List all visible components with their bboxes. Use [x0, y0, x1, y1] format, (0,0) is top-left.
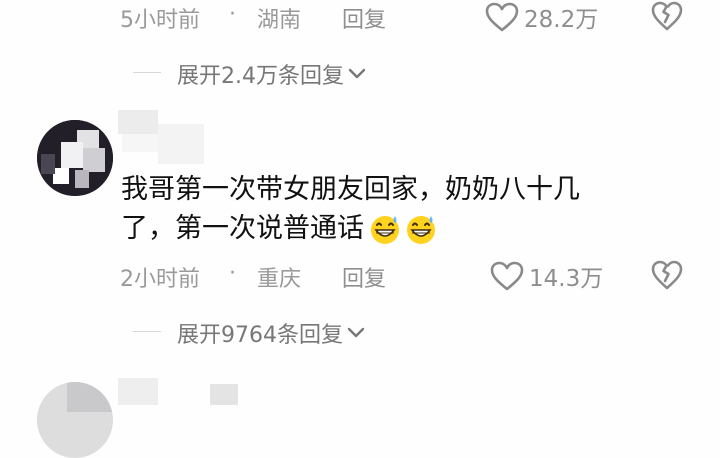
comment2-expand-rule: [133, 331, 161, 332]
next-comment-username-blurred: [118, 370, 238, 405]
comment1-meta-row: 5小时前 · 湖南 回复 28.2万: [0, 0, 720, 34]
chevron-down-icon: [347, 327, 365, 339]
comment2-text-line2-wrap: 了，第一次说普通话: [121, 209, 711, 248]
comment2-reply-button[interactable]: 回复: [342, 261, 386, 293]
chevron-down-icon: [348, 68, 366, 80]
avatar-image: [37, 120, 113, 196]
comment2-expand-label: 展开9764条回复: [177, 323, 343, 348]
comment2-meta-row: 2小时前 · 重庆 回复 14.3万: [0, 258, 720, 292]
heart-outline-icon: [489, 260, 525, 292]
comment2-time: 2小时前: [120, 267, 200, 292]
comment2-text-line2: 了，第一次说普通话: [121, 213, 364, 244]
broken-heart-icon: [650, 0, 684, 32]
grinning-sweat-emoji-icon: [368, 212, 402, 246]
comment1-time: 5小时前: [120, 8, 200, 33]
comment2-location: 重庆: [257, 267, 302, 292]
comment1-expand-replies-button[interactable]: 展开2.4万条回复: [177, 58, 366, 90]
grinning-sweat-emoji-icon: [404, 212, 438, 246]
comment2-like-count: 14.3万: [529, 266, 604, 292]
comment2-dot: ·: [229, 261, 236, 286]
comment2-text-line1: 我哥第一次带女朋友回家，奶奶八十几: [121, 174, 580, 205]
comment1-location: 湖南: [257, 8, 302, 33]
comment2-expand-replies-button[interactable]: 展开9764条回复: [177, 317, 365, 349]
heart-outline-icon: [484, 1, 520, 33]
comment1-like-count: 28.2万: [524, 7, 599, 33]
comment2-text: 我哥第一次带女朋友回家，奶奶八十几 了，第一次说普通话: [121, 170, 711, 248]
comment2-dislike-button[interactable]: [650, 259, 684, 291]
comment2-like-button[interactable]: 14.3万: [489, 259, 603, 293]
comment1-dot: ·: [229, 2, 236, 27]
broken-heart-icon: [650, 259, 684, 291]
comment1-expand-label: 展开2.4万条回复: [177, 64, 344, 89]
comment1-expand-rule: [133, 72, 161, 73]
comment1-like-button[interactable]: 28.2万: [484, 0, 598, 34]
next-comment-avatar[interactable]: [37, 382, 113, 458]
avatar[interactable]: [37, 120, 113, 196]
comment1-reply-button[interactable]: 回复: [342, 2, 386, 34]
comment1-dislike-button[interactable]: [650, 0, 684, 32]
username-blurred: [118, 110, 204, 166]
